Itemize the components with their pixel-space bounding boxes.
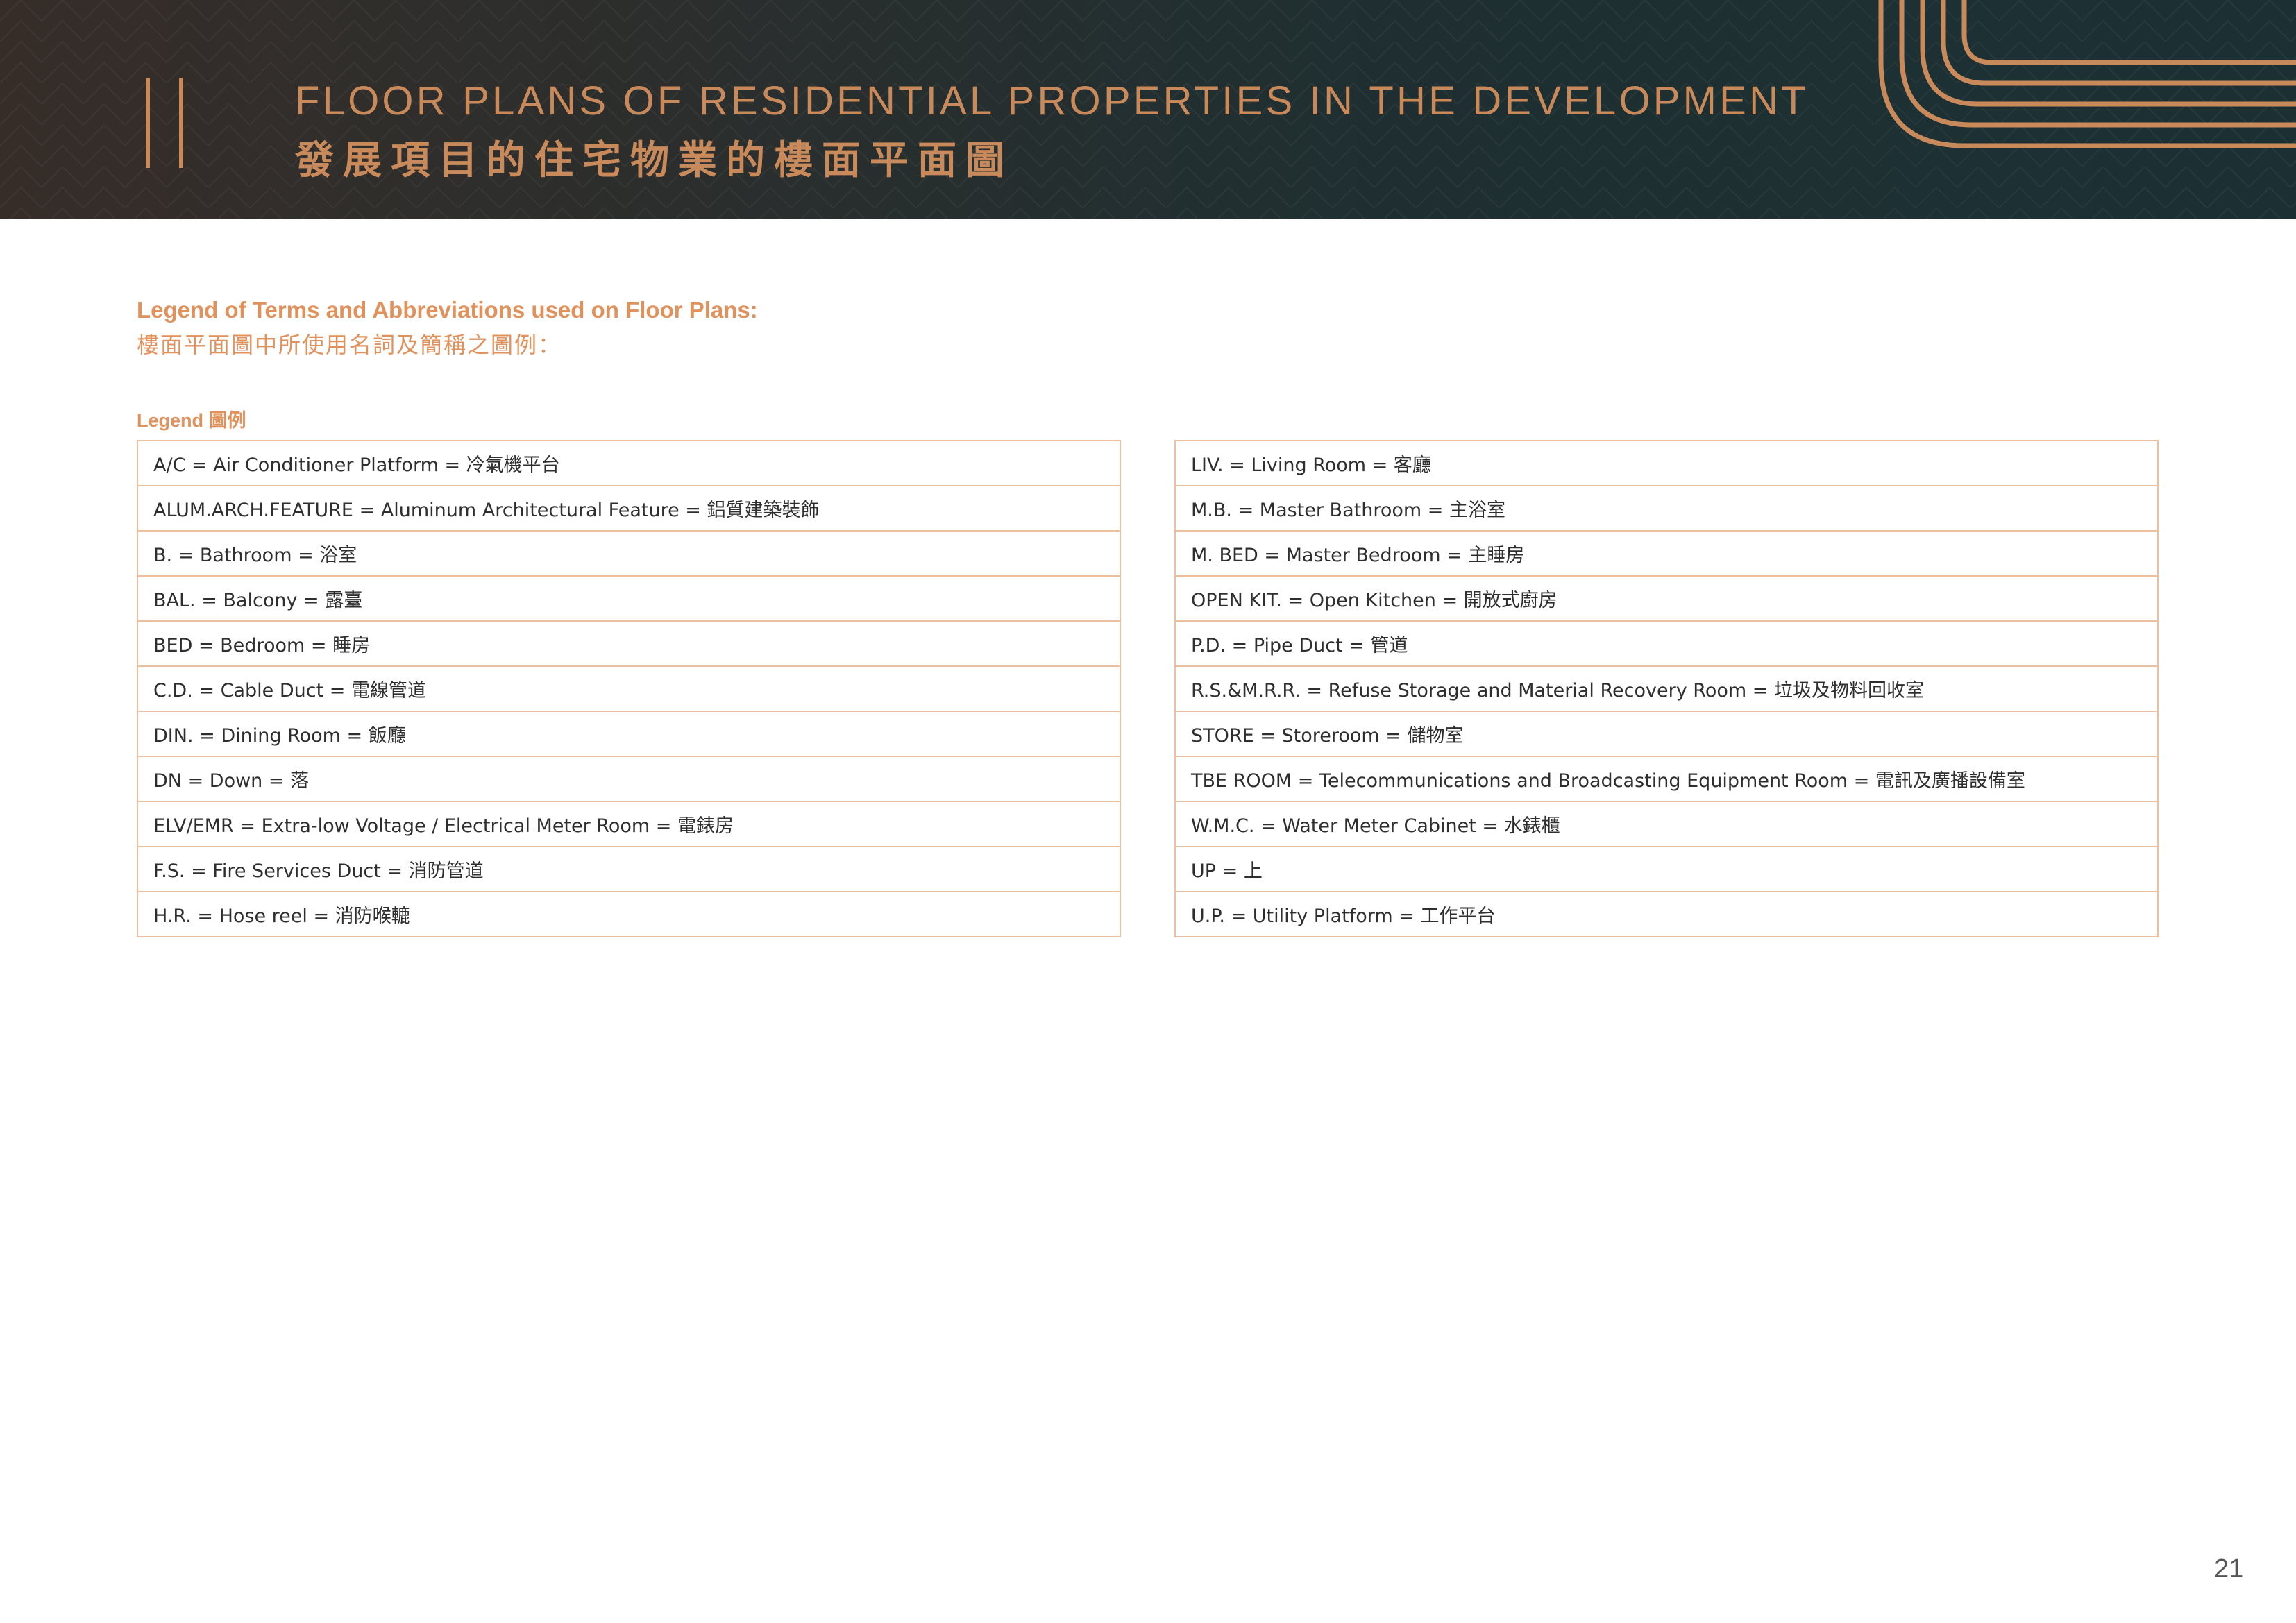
legend-entry: UP = 上	[1174, 846, 2159, 892]
page-number: 21	[2214, 1554, 2244, 1583]
table-row: R.S.&M.R.R. = Refuse Storage and Materia…	[1174, 665, 2159, 712]
legend-entry: M.B. = Master Bathroom = 主浴室	[1174, 485, 2159, 532]
table-row: UP = 上	[1174, 846, 2159, 892]
table-row: ELV/EMR = Extra-low Voltage / Electrical…	[137, 801, 1121, 847]
table-row: M. BED = Master Bedroom = 主睡房	[1174, 530, 2159, 577]
page-title-en: FLOOR PLANS OF RESIDENTIAL PROPERTIES IN…	[295, 78, 1809, 124]
table-row: DN = Down = 落	[137, 756, 1121, 802]
legend-entry: STORE = Storeroom = 儲物室	[1174, 711, 2159, 757]
header-banner: FLOOR PLANS OF RESIDENTIAL PROPERTIES IN…	[0, 0, 2296, 219]
table-row: B. = Bathroom = 浴室	[137, 530, 1121, 577]
legend-entry: R.S.&M.R.R. = Refuse Storage and Materia…	[1174, 665, 2159, 712]
table-row: BAL. = Balcony = 露臺	[137, 575, 1121, 622]
table-row: F.S. = Fire Services Duct = 消防管道	[137, 846, 1121, 892]
legend-entry: B. = Bathroom = 浴室	[137, 530, 1121, 577]
legend-label: Legend 圖例	[137, 410, 246, 431]
table-row: LIV. = Living Room = 客廳	[1174, 440, 2159, 486]
table-row: M.B. = Master Bathroom = 主浴室	[1174, 485, 2159, 532]
legend-entry: ALUM.ARCH.FEATURE = Aluminum Architectur…	[137, 485, 1121, 532]
table-row: TBE ROOM = Telecommunications and Broadc…	[1174, 756, 2159, 802]
legend-heading-en: Legend of Terms and Abbreviations used o…	[137, 297, 758, 323]
table-row: BED = Bedroom = 睡房	[137, 620, 1121, 667]
legend-entry: DN = Down = 落	[137, 756, 1121, 802]
legend-entry: F.S. = Fire Services Duct = 消防管道	[137, 846, 1121, 892]
legend-entry: TBE ROOM = Telecommunications and Broadc…	[1174, 756, 2159, 802]
table-row: STORE = Storeroom = 儲物室	[1174, 711, 2159, 757]
legend-heading-zh: 樓面平面圖中所使用名詞及簡稱之圖例：	[137, 332, 562, 358]
legend-entry: DIN. = Dining Room = 飯廳	[137, 711, 1121, 757]
corner-lines-decoration	[1878, 0, 2296, 148]
table-row: A/C = Air Conditioner Platform = 冷氣機平台	[137, 440, 1121, 486]
table-row: ALUM.ARCH.FEATURE = Aluminum Architectur…	[137, 485, 1121, 532]
table-row: P.D. = Pipe Duct = 管道	[1174, 620, 2159, 667]
legend-entry: BAL. = Balcony = 露臺	[137, 575, 1121, 622]
legend-entry: M. BED = Master Bedroom = 主睡房	[1174, 530, 2159, 577]
legend-entry: OPEN KIT. = Open Kitchen = 開放式廚房	[1174, 575, 2159, 622]
legend-table-left: A/C = Air Conditioner Platform = 冷氣機平台 A…	[137, 440, 1121, 937]
section-number	[136, 78, 199, 169]
legend-entry: ELV/EMR = Extra-low Voltage / Electrical…	[137, 801, 1121, 847]
legend-entry: W.M.C. = Water Meter Cabinet = 水錶櫃	[1174, 801, 2159, 847]
legend-entry: LIV. = Living Room = 客廳	[1174, 440, 2159, 486]
legend-entry: BED = Bedroom = 睡房	[137, 620, 1121, 667]
table-row: C.D. = Cable Duct = 電線管道	[137, 665, 1121, 712]
table-row: H.R. = Hose reel = 消防喉轆	[137, 891, 1121, 937]
legend-entry: A/C = Air Conditioner Platform = 冷氣機平台	[137, 440, 1121, 486]
table-row: DIN. = Dining Room = 飯廳	[137, 711, 1121, 757]
table-row: W.M.C. = Water Meter Cabinet = 水錶櫃	[1174, 801, 2159, 847]
table-row: U.P. = Utility Platform = 工作平台	[1174, 891, 2159, 937]
legend-entry: U.P. = Utility Platform = 工作平台	[1174, 891, 2159, 937]
legend-entry: C.D. = Cable Duct = 電線管道	[137, 665, 1121, 712]
legend-table-right: LIV. = Living Room = 客廳 M.B. = Master Ba…	[1174, 440, 2159, 937]
table-row: OPEN KIT. = Open Kitchen = 開放式廚房	[1174, 575, 2159, 622]
legend-entry: H.R. = Hose reel = 消防喉轆	[137, 891, 1121, 937]
page-title-zh: 發展項目的住宅物業的樓面平面圖	[295, 138, 1013, 183]
legend-entry: P.D. = Pipe Duct = 管道	[1174, 620, 2159, 667]
